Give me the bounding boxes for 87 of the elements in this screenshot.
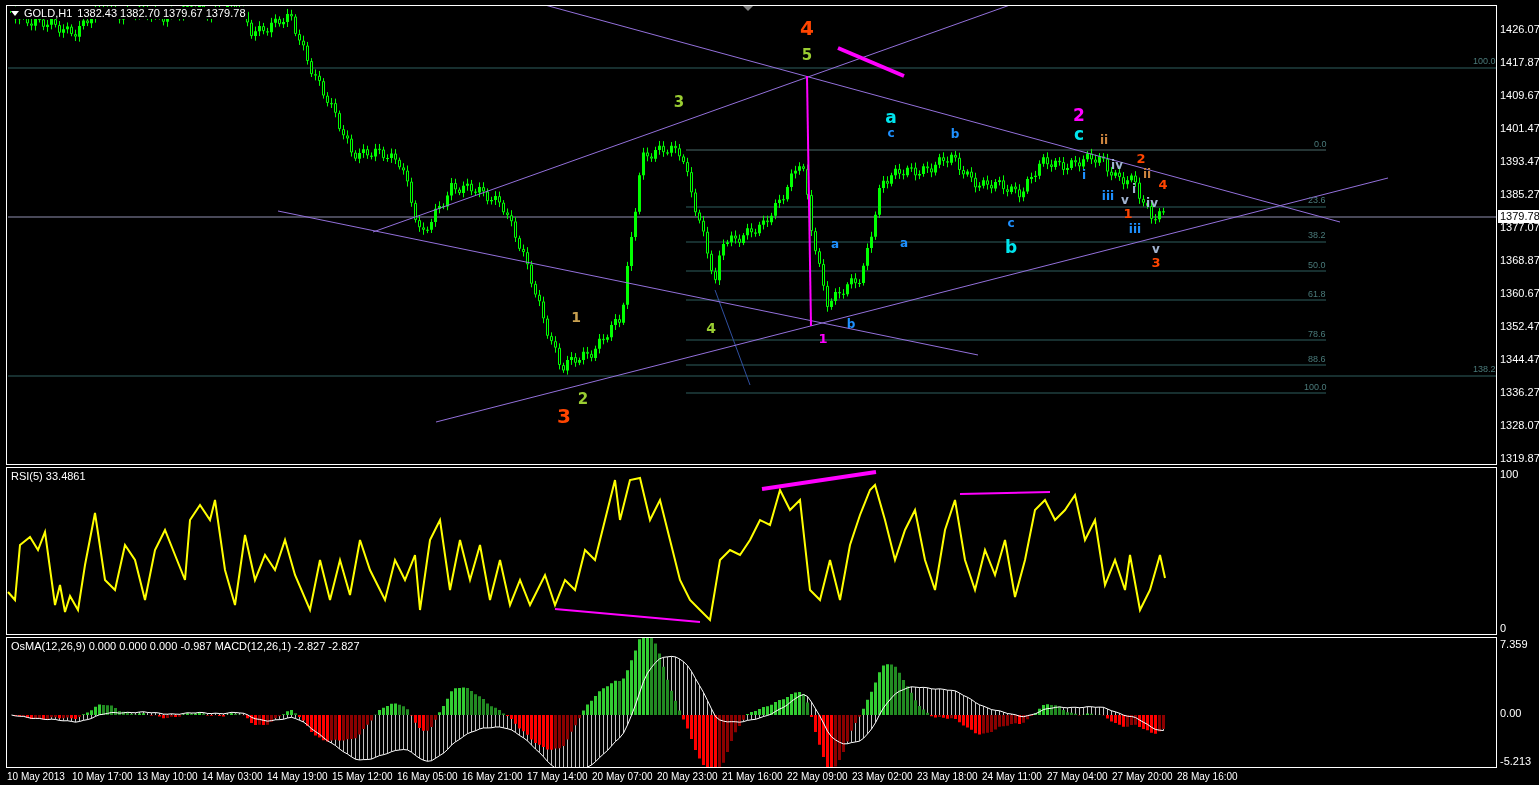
wave-label: 1 <box>1123 206 1133 220</box>
wave-label: 2 <box>577 391 589 407</box>
fibonacci-level-label: 100.0 <box>1304 383 1327 392</box>
time-axis-label: 10 May 17:00 <box>72 771 134 784</box>
time-axis-label: 10 May 2013 <box>7 771 66 784</box>
wave-line <box>837 46 905 78</box>
value-axis-label: -5.213 <box>1500 755 1533 768</box>
price-axis-label: 1319.87 <box>1500 452 1539 465</box>
wave-label: b <box>1004 238 1018 256</box>
current-price-label: 1379.78 <box>1498 210 1539 223</box>
wave-label: i <box>1081 169 1087 181</box>
value-axis-label: 0.00 <box>1500 707 1523 720</box>
chart-symbol: GOLD,H1 <box>24 7 73 19</box>
wave-label: 3 <box>1151 255 1161 269</box>
indicator-title: RSI(5) 33.4861 <box>11 470 86 482</box>
value-axis-label: 7.359 <box>1500 638 1529 651</box>
time-axis-label: 22 May 09:00 <box>787 771 849 784</box>
price-axis-label: 1385.27 <box>1500 188 1539 201</box>
wave-label: iv <box>1111 159 1123 171</box>
price-axis-label: 1377.07 <box>1500 221 1539 234</box>
fibonacci-level-label: 50.0 <box>1308 261 1326 270</box>
wave-label: iii <box>1101 190 1115 202</box>
time-axis-label: 21 May 16:00 <box>722 771 784 784</box>
price-axis-label: 1336.27 <box>1500 386 1539 399</box>
shift-marker-icon[interactable] <box>743 6 753 11</box>
indicator-title: OsMA(12,26,9) 0.000 0.000 0.000 -0.987 MACD(12,26,1) -2.827 -2.827 <box>11 640 360 652</box>
chart-ohlc: 1382.43 1382.70 1379.67 1379.78 <box>77 7 246 19</box>
fibonacci-level-label: 23.6 <box>1308 196 1326 205</box>
fibonacci-level-label: 138.2 <box>1473 365 1496 374</box>
price-axis-label: 1417.87 <box>1500 56 1539 69</box>
wave-label: 5 <box>801 47 813 63</box>
wave-label: a <box>830 238 840 250</box>
wave-label: iii <box>1128 223 1142 235</box>
wave-label: v <box>1152 243 1160 255</box>
time-axis-label: 23 May 18:00 <box>917 771 979 784</box>
fibonacci-level-label: 0.0 <box>1314 140 1327 149</box>
wave-label: c <box>1073 125 1085 143</box>
wave-label: 3 <box>673 94 685 110</box>
price-axis-label: 1409.67 <box>1500 89 1539 102</box>
wave-label: 4 <box>1158 177 1168 191</box>
time-axis-label: 27 May 20:00 <box>1112 771 1174 784</box>
time-axis-label: 23 May 02:00 <box>852 771 914 784</box>
wave-label: 3 <box>557 406 571 426</box>
wave-label: 4 <box>800 18 814 38</box>
price-axis-label: 1360.67 <box>1500 287 1539 300</box>
wave-label: 1 <box>571 310 581 324</box>
time-axis-label: 17 May 14:00 <box>527 771 589 784</box>
value-axis-label: 100 <box>1500 468 1520 481</box>
price-axis-label: 1426.07 <box>1500 23 1539 36</box>
fibonacci-level-label: 78.6 <box>1308 330 1326 339</box>
wave-label: 1 <box>818 331 828 345</box>
time-axis-label: 20 May 23:00 <box>657 771 719 784</box>
value-axis-label: 0 <box>1500 622 1508 635</box>
wave-label: a <box>885 108 897 126</box>
wave-label: b <box>950 128 960 140</box>
time-axis-label: 16 May 21:00 <box>462 771 524 784</box>
wave-label: c <box>887 127 895 139</box>
fibonacci-level-label: 61.8 <box>1308 290 1326 299</box>
time-axis-label: 20 May 07:00 <box>592 771 654 784</box>
wave-label: v <box>1121 194 1129 206</box>
wave-label: i <box>1131 183 1137 195</box>
time-axis-label: 27 May 04:00 <box>1047 771 1109 784</box>
time-axis-label: 13 May 10:00 <box>137 771 199 784</box>
wave-label: 4 <box>706 321 716 335</box>
time-axis-label: 16 May 05:00 <box>397 771 459 784</box>
wave-label: b <box>846 318 856 330</box>
price-axis-label: 1401.47 <box>1500 122 1539 135</box>
time-axis-label: 14 May 03:00 <box>202 771 264 784</box>
price-axis-label: 1328.07 <box>1500 419 1539 432</box>
time-axis-label: 14 May 19:00 <box>267 771 329 784</box>
wave-label: 2 <box>1073 106 1085 124</box>
time-axis-label: 28 May 16:00 <box>1177 771 1239 784</box>
time-axis-label: 24 May 11:00 <box>982 771 1043 784</box>
wave-label: a <box>899 237 909 249</box>
price-axis-label: 1344.47 <box>1500 353 1539 366</box>
fibonacci-level-label: 100.0 <box>1473 57 1496 66</box>
wave-label: 2 <box>1136 151 1146 165</box>
dropdown-arrow-icon[interactable] <box>11 10 19 16</box>
price-axis-label: 1352.47 <box>1500 320 1539 333</box>
time-axis-label: 15 May 12:00 <box>332 771 394 784</box>
fibonacci-level-label: 38.2 <box>1308 231 1326 240</box>
wave-label: c <box>1007 217 1015 229</box>
price-axis-label: 1368.87 <box>1500 254 1539 267</box>
price-axis-label: 1393.47 <box>1500 155 1539 168</box>
fibonacci-level-label: 88.6 <box>1308 355 1326 364</box>
wave-label: ii <box>1099 134 1109 146</box>
wave-label: ii <box>1142 168 1152 180</box>
